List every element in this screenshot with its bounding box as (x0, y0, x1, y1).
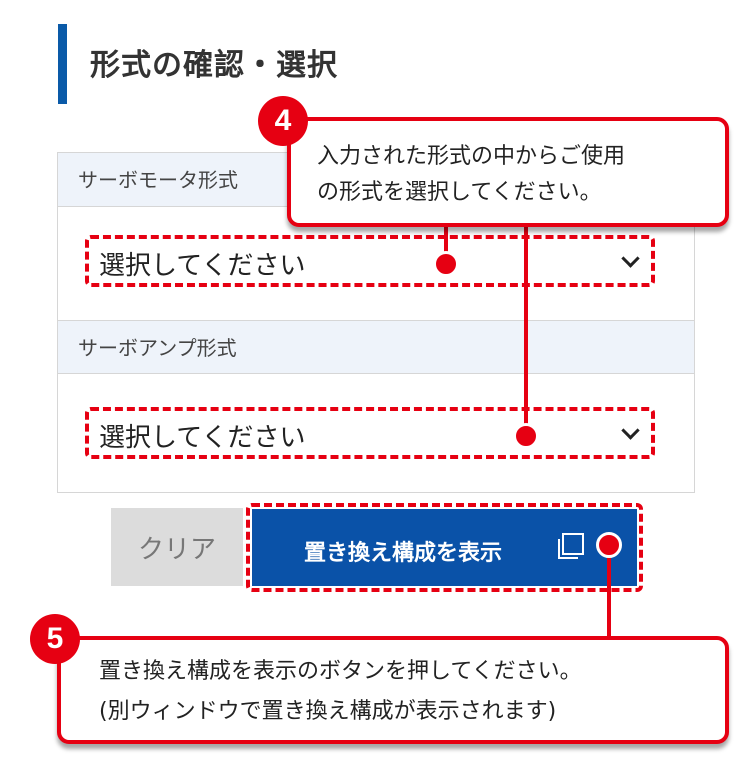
step-4-badge: 4 (258, 96, 308, 146)
callout-step-4-text: 入力された形式の中からご使用 の形式を選択してください。 (317, 139, 625, 211)
servoamp-select-marker (513, 423, 539, 449)
servoamp-select-value: 選択してください (99, 423, 306, 453)
servomotor-select-value: 選択してください (99, 251, 306, 281)
external-window-icon (558, 533, 584, 559)
callout-step-5-line2: (別ウィンドウで置き換え構成が表示されます) (99, 699, 557, 724)
callout-step-5-line1: 置き換え構成を表示のボタンを押してください。 (99, 659, 582, 684)
chevron-down-icon (621, 421, 640, 440)
servoamp-label: サーボアンプ形式 (58, 320, 694, 374)
servomotor-select[interactable]: 選択してください (85, 235, 655, 287)
callout4-connector-to-amp (524, 225, 528, 435)
callout-step-5: 置き換え構成を表示のボタンを押してください。 (別ウィンドウで置き換え構成が表示… (57, 636, 729, 744)
servoamp-select[interactable]: 選択してください (85, 407, 655, 459)
heading-accent-bar (58, 24, 67, 104)
callout-step-5-text: 置き換え構成を表示のボタンを押してください。 (別ウィンドウで置き換え構成が表示… (99, 652, 582, 732)
step-5-badge: 5 (30, 614, 80, 664)
show-replacement-label: 置き換え構成を表示 (304, 541, 503, 566)
callout5-connector (607, 556, 611, 638)
chevron-down-icon (621, 249, 640, 268)
callout-step-4-line2: の形式を選択してください。 (317, 180, 602, 205)
callout-step-4: 入力された形式の中からご使用 の形式を選択してください。 (287, 117, 729, 227)
servomotor-select-marker (433, 251, 459, 277)
show-replacement-button[interactable]: 置き換え構成を表示 (252, 509, 637, 586)
show-button-marker (596, 532, 622, 558)
clear-button[interactable]: クリア (111, 508, 243, 586)
page-title: 形式の確認・選択 (90, 48, 338, 83)
callout-step-4-line1: 入力された形式の中からご使用 (317, 144, 626, 169)
